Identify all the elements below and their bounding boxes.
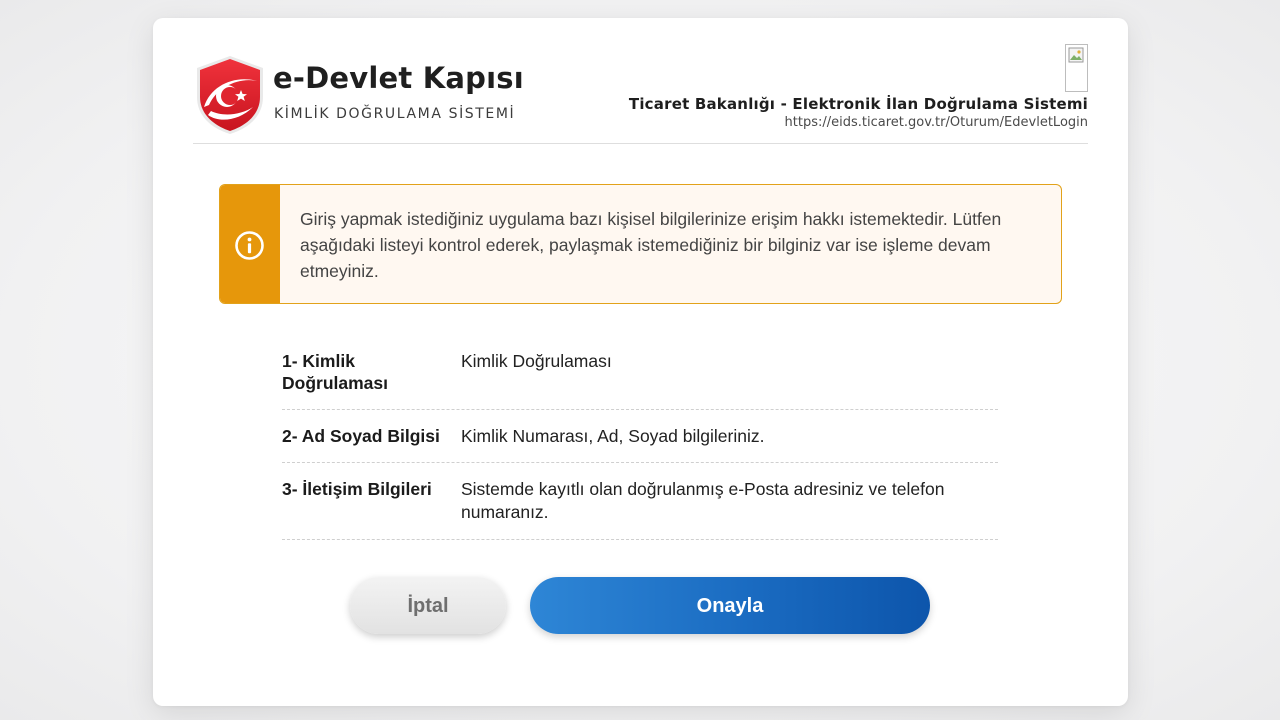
permission-list: 1- Kimlik Doğrulaması Kimlik Doğrulaması… bbox=[282, 348, 998, 540]
consent-card: e-Devlet Kapısı KİMLİK DOĞRULAMA SİSTEMİ… bbox=[153, 18, 1128, 706]
brand-title: e-Devlet Kapısı bbox=[273, 61, 524, 95]
warning-text: Giriş yapmak istediğiniz uygulama bazı k… bbox=[300, 209, 1002, 281]
info-icon bbox=[235, 231, 264, 260]
permission-name: 2- Ad Soyad Bilgisi bbox=[282, 426, 440, 446]
confirm-button[interactable]: Onayla bbox=[530, 577, 930, 634]
app-logo bbox=[1065, 44, 1088, 92]
permission-description: Kimlik Doğrulaması bbox=[461, 351, 612, 371]
broken-image-icon bbox=[1068, 47, 1084, 63]
permission-row: 3- İletişim Bilgileri Sistemde kayıtlı o… bbox=[282, 463, 998, 540]
e-devlet-emblem-icon bbox=[197, 56, 263, 134]
permission-description: Sistemde kayıtlı olan doğrulanmış e-Post… bbox=[461, 479, 945, 522]
permission-name: 1- Kimlik Doğrulaması bbox=[282, 351, 388, 393]
cancel-button[interactable]: İptal bbox=[350, 577, 506, 634]
permission-row: 2- Ad Soyad Bilgisi Kimlik Numarası, Ad,… bbox=[282, 410, 998, 463]
header: e-Devlet Kapısı KİMLİK DOĞRULAMA SİSTEMİ… bbox=[193, 18, 1088, 144]
app-name: Ticaret Bakanlığı - Elektronik İlan Doğr… bbox=[628, 95, 1088, 113]
permission-description: Kimlik Numarası, Ad, Soyad bilgileriniz. bbox=[461, 426, 765, 446]
permission-row: 1- Kimlik Doğrulaması Kimlik Doğrulaması bbox=[282, 348, 998, 410]
app-url: https://eids.ticaret.gov.tr/Oturum/Edevl… bbox=[784, 115, 1088, 130]
brand-subtitle: KİMLİK DOĞRULAMA SİSTEMİ bbox=[274, 106, 516, 122]
permission-name: 3- İletişim Bilgileri bbox=[282, 479, 432, 499]
warning-box: Giriş yapmak istediğiniz uygulama bazı k… bbox=[219, 184, 1062, 304]
